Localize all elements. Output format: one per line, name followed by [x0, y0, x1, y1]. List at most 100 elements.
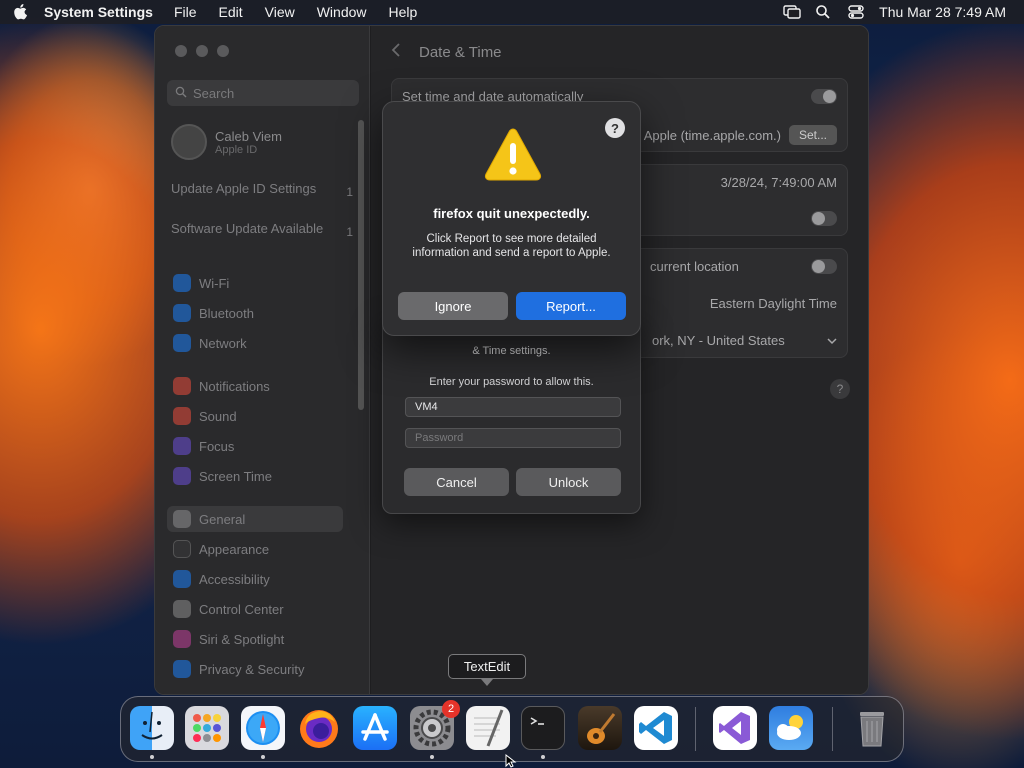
username-field[interactable]: VM4 [405, 397, 621, 417]
network-globe-icon [173, 334, 191, 352]
sidebar-item-focus[interactable]: Focus [167, 433, 347, 459]
dock-tooltip: TextEdit [448, 654, 526, 679]
spotlight-search-icon[interactable] [815, 4, 833, 20]
sidebar-item-appearance[interactable]: Appearance [167, 536, 347, 562]
alert-body: Click Report to see more detailed inform… [412, 233, 611, 259]
dock-firefox-icon[interactable] [297, 706, 341, 750]
sidebar-item-control-center[interactable]: Control Center [167, 596, 347, 622]
page-title: Date & Time [419, 43, 502, 61]
focus-moon-icon [173, 437, 191, 455]
dock-vscode-icon[interactable] [634, 706, 678, 750]
alert-title: firefox quit unexpectedly. [433, 206, 590, 221]
notice-software-update[interactable]: Software Update Available 1 [171, 221, 353, 239]
report-button[interactable]: Report... [516, 292, 626, 320]
screen-mirroring-icon[interactable] [783, 4, 801, 20]
account-subtitle: Apple ID [215, 143, 258, 156]
sidebar-item-label: Wi-Fi [199, 275, 230, 291]
mouse-cursor-icon [505, 753, 517, 768]
dock-safari-icon[interactable] [241, 706, 285, 750]
accessibility-icon [173, 570, 191, 588]
dock-separator [695, 707, 696, 751]
appearance-icon [173, 540, 191, 558]
dock-running-indicator [430, 755, 434, 759]
account-name: Caleb Viem [215, 128, 282, 144]
dock-textedit-icon[interactable] [466, 706, 510, 750]
unlock-dialog: & Time settings. Enter your password to … [382, 318, 641, 514]
notice-update-apple-id[interactable]: Update Apple ID Settings 1 [171, 181, 353, 199]
dock-launchpad-icon[interactable] [185, 706, 229, 750]
menu-bar: System Settings File Edit View Window He… [0, 0, 1024, 24]
cancel-button[interactable]: Cancel [404, 468, 509, 496]
menu-file[interactable]: File [163, 4, 208, 20]
dock-app-store-icon[interactable] [353, 706, 397, 750]
privacy-hand-icon [173, 660, 191, 678]
control-center-icon[interactable] [847, 4, 865, 20]
unlock-prompt: Enter your password to allow this. [429, 376, 594, 388]
apple-menu-icon[interactable] [0, 4, 40, 20]
menu-window[interactable]: Window [306, 4, 378, 20]
notice-badge: 1 [346, 225, 353, 239]
dock-running-indicator [150, 755, 154, 759]
menu-clock[interactable]: Thu Mar 28 7:49 AM [879, 4, 1006, 20]
datetime-value[interactable]: 3/28/24, 7:49:00 AM [721, 175, 837, 190]
menu-help[interactable]: Help [378, 4, 429, 20]
dock-running-indicator [541, 755, 545, 759]
zoom-window-button[interactable] [217, 45, 229, 57]
dock-separator [832, 707, 833, 751]
sidebar-item-label: Screen Time [199, 468, 272, 484]
sidebar-item-privacy-security[interactable]: Privacy & Security [167, 656, 347, 682]
dock-garageband-icon[interactable] [578, 706, 622, 750]
crash-alert-dialog: ? firefox quit unexpectedly. Click Repor… [382, 101, 641, 336]
dock-finder-icon[interactable] [130, 706, 174, 750]
screen-time-hourglass-icon [173, 467, 191, 485]
sidebar-item-wifi[interactable]: Wi-Fi [167, 270, 347, 296]
sidebar-item-notifications[interactable]: Notifications [167, 373, 347, 399]
dock-trash-icon[interactable] [850, 706, 894, 750]
sidebar-scrollbar[interactable] [358, 120, 364, 410]
location-toggle[interactable] [811, 259, 837, 274]
dock-system-settings-icon[interactable]: 2 [410, 700, 460, 750]
minimize-window-button[interactable] [196, 45, 208, 57]
apple-id-account[interactable]: Caleb Viem Apple ID [171, 124, 282, 160]
password-field[interactable]: Password [405, 428, 621, 448]
sidebar-item-label: Bluetooth [199, 305, 254, 321]
menu-edit[interactable]: Edit [208, 4, 254, 20]
search-placeholder: Search [193, 85, 235, 101]
timezone-label: Eastern Daylight Time [709, 296, 837, 311]
unlock-message: & Time settings. [472, 345, 551, 357]
sidebar-item-screen-time[interactable]: Screen Time [167, 463, 347, 489]
auto-time-toggle[interactable] [811, 89, 837, 104]
menu-app-name[interactable]: System Settings [40, 4, 163, 20]
chevron-down-icon[interactable] [827, 333, 837, 348]
sidebar: Search Caleb Viem Apple ID Update Apple … [155, 26, 370, 694]
clock-option-toggle[interactable] [811, 211, 837, 226]
dock: 2 [120, 696, 904, 762]
notice-badge: 1 [346, 185, 353, 199]
sidebar-item-bluetooth[interactable]: Bluetooth [167, 300, 347, 326]
sidebar-item-accessibility[interactable]: Accessibility [167, 566, 347, 592]
ignore-button[interactable]: Ignore [398, 292, 508, 320]
sidebar-item-general[interactable]: General [167, 506, 343, 532]
avatar [171, 124, 207, 160]
close-window-button[interactable] [175, 45, 187, 57]
sidebar-item-sound[interactable]: Sound [167, 403, 347, 429]
unlock-button[interactable]: Unlock [516, 468, 621, 496]
menu-view[interactable]: View [254, 4, 306, 20]
dock-weather-icon[interactable] [769, 706, 813, 750]
set-time-source-button[interactable]: Set... [788, 125, 837, 145]
sidebar-search-input[interactable]: Search [167, 80, 359, 106]
help-question-icon[interactable]: ? [830, 379, 850, 399]
sidebar-item-label: Sound [199, 408, 237, 424]
general-gear-icon [173, 510, 191, 528]
sidebar-item-label: Control Center [199, 601, 284, 617]
warning-triangle-icon [483, 126, 543, 182]
dock-visual-studio-icon[interactable] [713, 706, 757, 750]
sidebar-item-label: Siri & Spotlight [199, 631, 285, 647]
sidebar-item-network[interactable]: Network [167, 330, 347, 356]
notice-label: Software Update Available [171, 221, 324, 236]
dock-terminal-icon[interactable] [521, 706, 565, 750]
sidebar-item-siri-spotlight[interactable]: Siri & Spotlight [167, 626, 347, 652]
back-chevron-icon[interactable] [391, 42, 401, 62]
sidebar-item-label: Notifications [199, 378, 270, 394]
help-question-icon[interactable]: ? [605, 118, 625, 138]
